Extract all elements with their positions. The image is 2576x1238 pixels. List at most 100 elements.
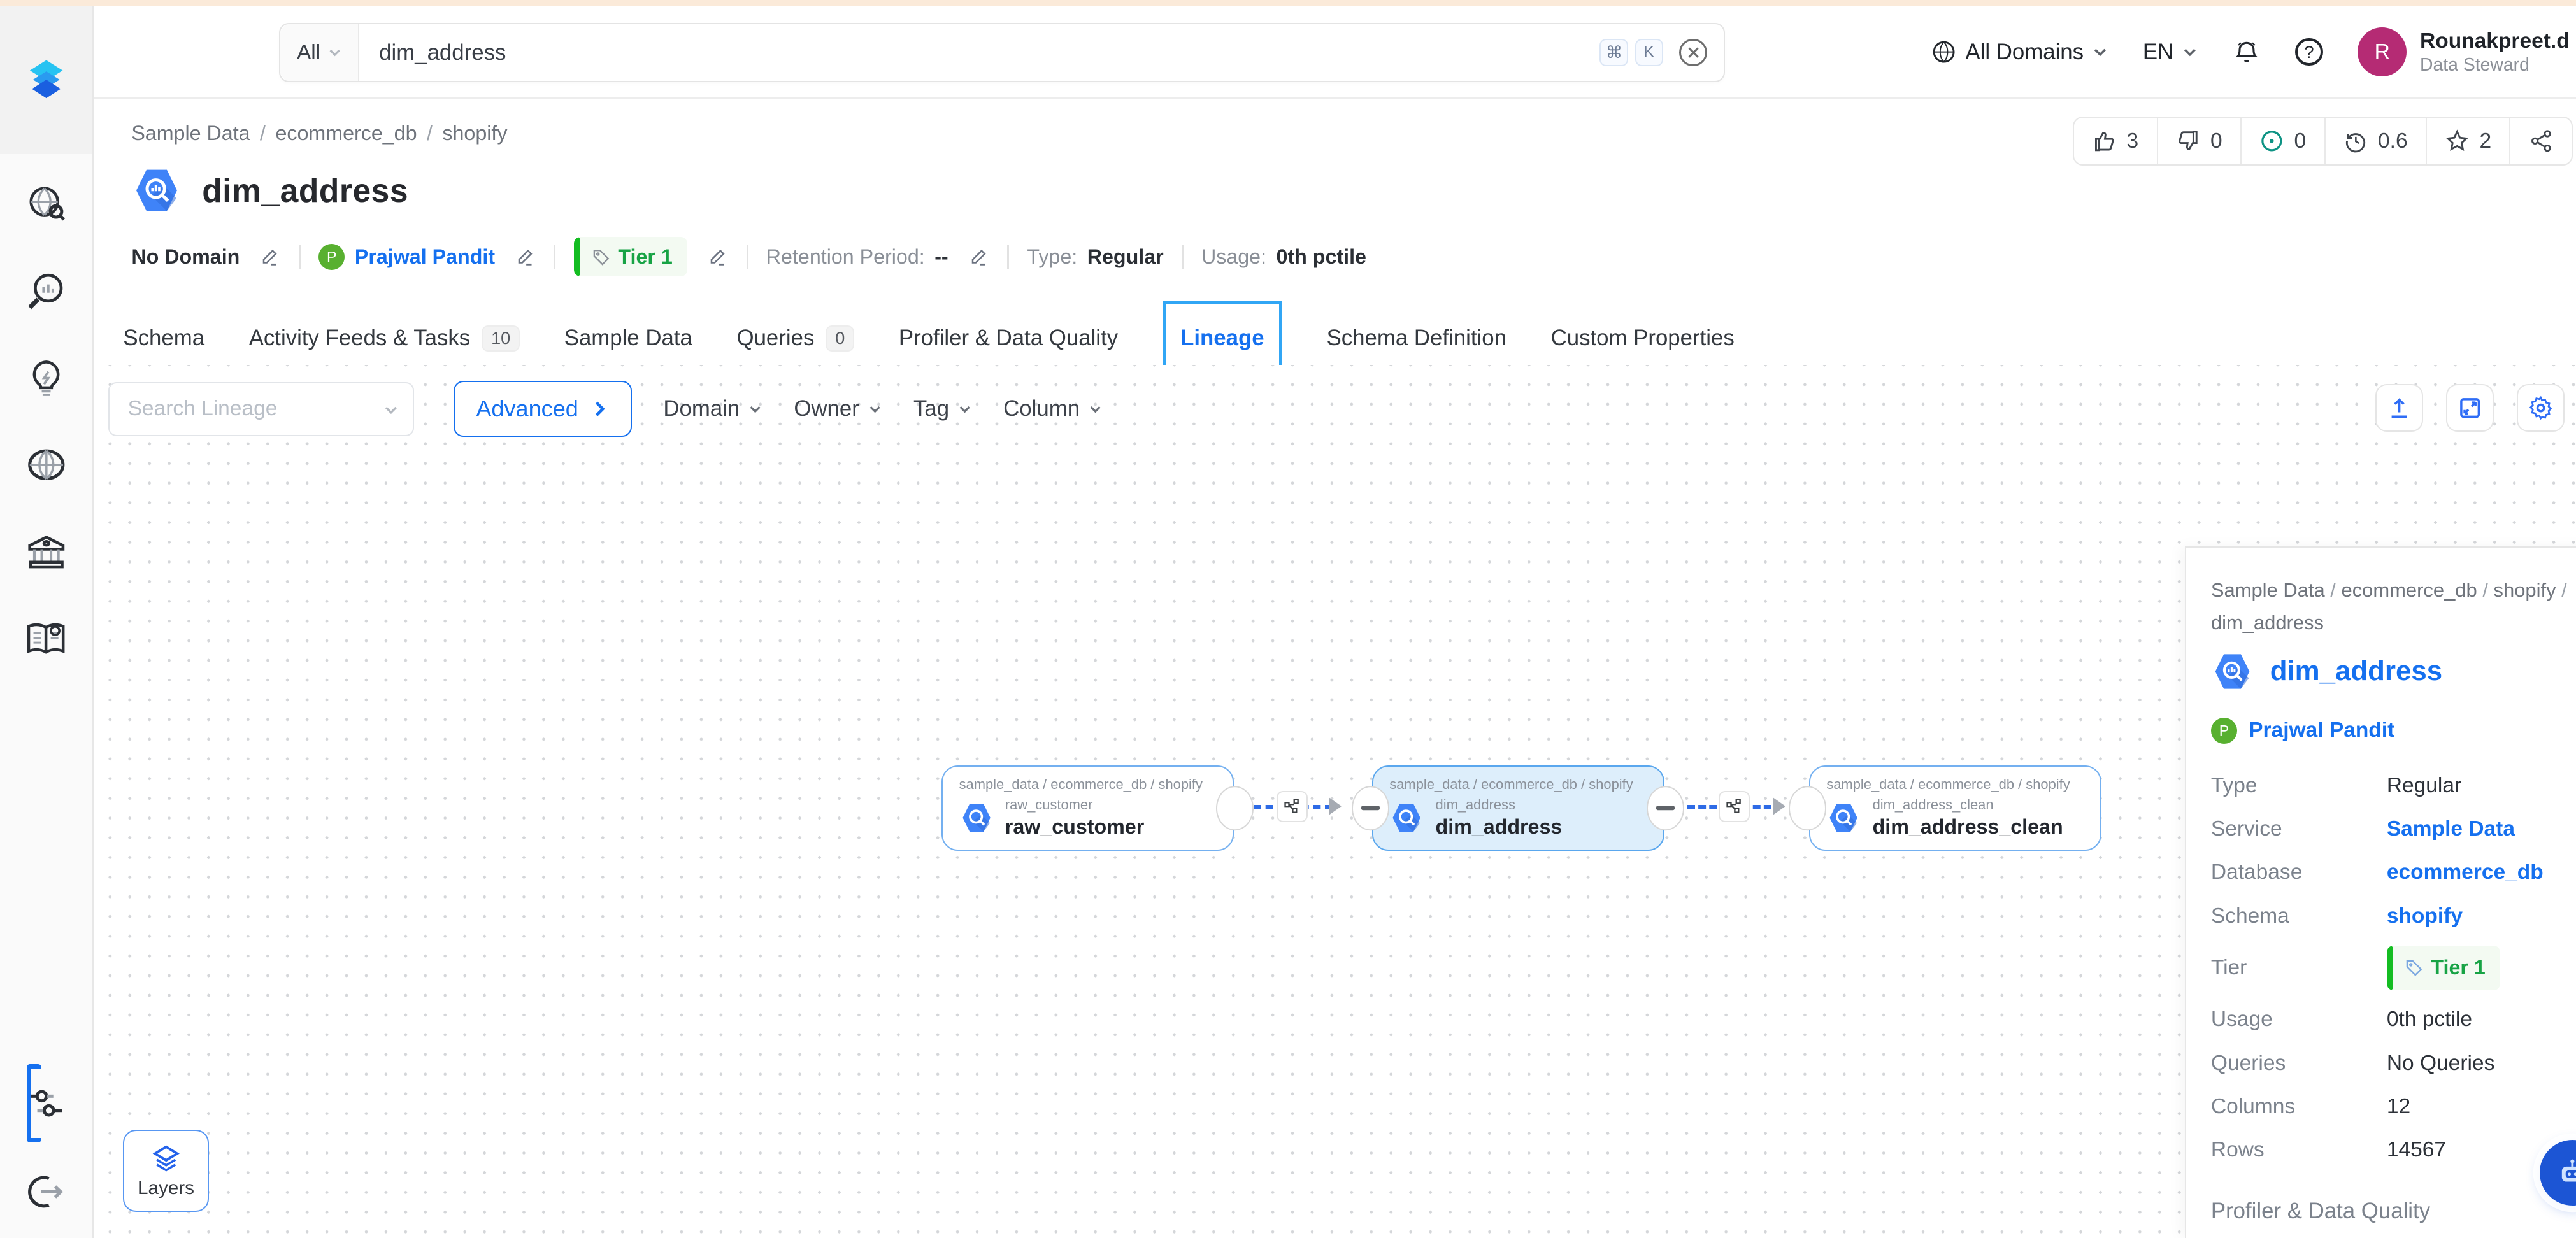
database-link[interactable]: ecommerce_db <box>2387 860 2544 885</box>
tier-chip[interactable]: Tier 1 <box>574 237 687 276</box>
panel-owner-link[interactable]: Prajwal Pandit <box>2249 718 2394 743</box>
edit-owner-icon[interactable] <box>515 246 536 267</box>
domains-selector[interactable]: All Domains <box>1931 39 2108 65</box>
expand-handle[interactable] <box>1789 786 1826 830</box>
fullscreen-button[interactable] <box>2446 384 2494 432</box>
cmd-key-badge: ⌘ <box>1599 39 1628 67</box>
info-label: Type <box>2211 774 2387 798</box>
filter-domain-dropdown[interactable]: Domain <box>663 396 762 422</box>
info-row-tier: Tier Tier 1 <box>2211 946 2576 990</box>
lineage-node-dim-address-clean[interactable]: sample_data / ecommerce_db / shopify dim… <box>1809 765 2101 851</box>
divider <box>299 245 301 269</box>
info-row-type: Type Regular <box>2211 772 2576 800</box>
tasks-button[interactable]: 0 <box>2240 118 2324 164</box>
tab-label: Sample Data <box>564 325 692 351</box>
sidebar-item-logout[interactable] <box>23 1169 69 1215</box>
info-value: Regular <box>2387 774 2461 798</box>
version-button[interactable]: 0.6 <box>2324 118 2426 164</box>
pipeline-edge-button[interactable] <box>1719 791 1750 822</box>
advanced-search-button[interactable]: Advanced <box>454 381 633 437</box>
expand-handle[interactable] <box>1216 786 1254 830</box>
star-icon <box>2445 129 2470 153</box>
user-role: Data Steward <box>2420 55 2570 76</box>
node-breadcrumb: sample_data / ecommerce_db / shopify <box>1826 776 2084 793</box>
sidebar-nav <box>23 181 69 662</box>
share-button[interactable] <box>2509 118 2571 164</box>
help-button[interactable]: ? <box>2295 38 2323 66</box>
owner-link[interactable]: Prajwal Pandit <box>355 245 495 269</box>
filter-column-dropdown[interactable]: Column <box>1003 396 1103 422</box>
breadcrumb-schema[interactable]: shopify <box>442 122 507 145</box>
panel-breadcrumb: Sample Data ecommerce_db shopify dim_add… <box>2211 574 2576 639</box>
filter-owner-dropdown[interactable]: Owner <box>794 396 882 422</box>
clear-search-icon[interactable] <box>1679 39 1707 67</box>
app-logo[interactable] <box>0 6 92 154</box>
user-avatar: R <box>2358 27 2407 76</box>
table-hexagon-icon <box>131 165 182 216</box>
lineage-settings-button[interactable] <box>2517 384 2565 432</box>
panel-breadcrumb-schema[interactable]: shopify <box>2494 579 2567 601</box>
thumbs-up-icon <box>2092 129 2117 153</box>
logout-icon <box>25 1170 68 1213</box>
circle-dot-icon <box>2259 129 2284 153</box>
sidebar-item-domains[interactable] <box>23 442 69 488</box>
header-right-cluster: All Domains EN ? R Rounakpreet.d Data St… <box>1931 6 2576 97</box>
sidebar-item-insights[interactable] <box>23 355 69 401</box>
tab-count-badge: 0 <box>826 325 854 352</box>
tab-label: Custom Properties <box>1551 325 1735 351</box>
breadcrumb-database[interactable]: ecommerce_db <box>275 122 432 145</box>
pipeline-icon <box>1725 797 1743 815</box>
sidebar-item-glossary[interactable] <box>23 616 69 662</box>
edit-domain-icon[interactable] <box>259 246 281 267</box>
panel-breadcrumb-database[interactable]: ecommerce_db <box>2342 579 2494 601</box>
lineage-search-input[interactable] <box>108 382 414 436</box>
entity-summary-panel: Sample Data ecommerce_db shopify dim_add… <box>2185 546 2576 1238</box>
layers-button[interactable]: Layers <box>123 1130 208 1212</box>
collapse-downstream-handle[interactable] <box>1647 786 1684 830</box>
service-link[interactable]: Sample Data <box>2387 817 2515 841</box>
entity-meta-row: No Domain P Prajwal Pandit Tier 1 <box>131 239 2576 275</box>
filter-tag-dropdown[interactable]: Tag <box>913 396 972 422</box>
language-label: EN <box>2143 39 2173 65</box>
panel-breadcrumb-service[interactable]: Sample Data <box>2211 579 2342 601</box>
bell-icon <box>2233 38 2261 66</box>
sidebar-item-settings[interactable] <box>23 1080 69 1126</box>
lineage-node-dim-address[interactable]: sample_data / ecommerce_db / shopify dim… <box>1372 765 1664 851</box>
user-menu[interactable]: R Rounakpreet.d Data Steward <box>2358 27 2570 76</box>
divider <box>1182 245 1184 269</box>
tab-count-badge: 10 <box>482 325 520 352</box>
panel-title[interactable]: dim_address <box>2270 655 2442 687</box>
info-label: Rows <box>2211 1138 2387 1162</box>
sidebar-item-govern[interactable] <box>23 529 69 574</box>
explore-globe-search-icon <box>25 182 68 225</box>
collapse-upstream-handle[interactable] <box>1352 786 1389 830</box>
breadcrumb-service[interactable]: Sample Data <box>131 122 266 145</box>
domains-selector-label: All Domains <box>1965 39 2084 65</box>
export-lineage-button[interactable] <box>2375 384 2423 432</box>
filter-label: Owner <box>794 396 859 422</box>
global-search-input[interactable] <box>359 40 1599 66</box>
divider <box>1007 245 1009 269</box>
downvote-button[interactable]: 0 <box>2157 118 2241 164</box>
edit-tier-icon[interactable] <box>707 246 729 267</box>
language-selector[interactable]: EN <box>2143 39 2198 65</box>
panel-owner-row: P Prajwal Pandit <box>2211 718 2576 744</box>
tag-icon <box>2405 958 2424 978</box>
sidebar-item-explore[interactable] <box>23 181 69 227</box>
search-scope-dropdown[interactable]: All <box>280 24 359 81</box>
pipeline-edge-button[interactable] <box>1277 791 1308 822</box>
chevron-down-icon <box>383 402 399 418</box>
edit-retention-icon[interactable] <box>968 246 990 267</box>
schema-link[interactable]: shopify <box>2387 904 2463 928</box>
chevron-down-icon <box>1088 402 1103 416</box>
notifications-button[interactable] <box>2233 38 2261 66</box>
gear-icon <box>2528 395 2554 421</box>
star-button[interactable]: 2 <box>2426 118 2510 164</box>
lineage-node-raw-customer[interactable]: sample_data / ecommerce_db / shopify raw… <box>941 765 1234 851</box>
layers-label: Layers <box>138 1178 194 1199</box>
sidebar-item-observability[interactable] <box>23 267 69 313</box>
upvote-button[interactable]: 3 <box>2074 118 2157 164</box>
panel-breadcrumb-table[interactable]: dim_address <box>2211 611 2324 634</box>
usage-value: 0th pctile <box>1277 245 1366 269</box>
owner-avatar: P <box>318 244 345 270</box>
